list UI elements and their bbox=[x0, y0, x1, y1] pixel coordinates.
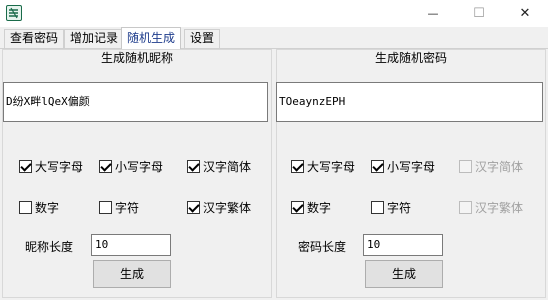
close-icon: ✕ bbox=[519, 6, 531, 21]
checkbox[interactable] bbox=[459, 200, 472, 214]
nick-option-uppercase[interactable]: 大写字母 bbox=[19, 158, 83, 174]
nick-option-lowercase[interactable]: 小写字母 bbox=[99, 158, 163, 174]
tab-settings[interactable]: 设置 bbox=[184, 29, 221, 48]
app-icon bbox=[6, 5, 22, 21]
pwd-option-traditional[interactable]: 汉字繁体 bbox=[459, 199, 523, 215]
nick-option-digits[interactable]: 数字 bbox=[19, 199, 59, 215]
title-bar: — ☐ ✕ bbox=[0, 0, 548, 27]
checkbox[interactable] bbox=[187, 200, 200, 214]
checkbox[interactable] bbox=[187, 159, 200, 173]
pwd-option-lowercase[interactable]: 小写字母 bbox=[371, 158, 435, 174]
nickname-group: 生成随机昵称 D纷X畔lQeX偏颜 大写字母 小写字母 汉字简体 数字 字符 汉… bbox=[2, 49, 272, 298]
password-length-label: 密码长度 bbox=[298, 240, 347, 254]
password-group-title: 生成随机密码 bbox=[374, 51, 447, 65]
nickname-length-label: 昵称长度 bbox=[25, 240, 74, 254]
checkbox[interactable] bbox=[371, 159, 384, 173]
password-length-input[interactable]: 10 bbox=[363, 234, 443, 256]
nick-option-simplified[interactable]: 汉字简体 bbox=[187, 158, 251, 174]
checkbox[interactable] bbox=[291, 159, 304, 173]
maximize-button[interactable]: ☐ bbox=[456, 0, 502, 27]
checkbox[interactable] bbox=[291, 200, 304, 214]
password-generate-button[interactable]: 生成 bbox=[365, 260, 443, 288]
checkbox[interactable] bbox=[19, 200, 32, 214]
maximize-icon: ☐ bbox=[473, 6, 485, 21]
minimize-icon: — bbox=[427, 7, 439, 20]
pwd-option-digits[interactable]: 数字 bbox=[291, 199, 331, 215]
password-group: 生成随机密码 TOeaynzEPH 大写字母 小写字母 汉字简体 数字 字符 汉… bbox=[276, 49, 546, 298]
checkbox[interactable] bbox=[459, 159, 472, 173]
checkbox[interactable] bbox=[99, 159, 112, 173]
pwd-option-symbols[interactable]: 字符 bbox=[371, 199, 411, 215]
tab-divider bbox=[0, 48, 548, 49]
nickname-output[interactable]: D纷X畔lQeX偏颜 bbox=[3, 82, 268, 122]
checkbox[interactable] bbox=[371, 200, 384, 214]
nick-option-symbols[interactable]: 字符 bbox=[99, 199, 139, 215]
checkbox[interactable] bbox=[19, 159, 32, 173]
tab-view-passwords[interactable]: 查看密码 bbox=[4, 29, 65, 48]
close-button[interactable]: ✕ bbox=[502, 0, 548, 27]
tab-add-record[interactable]: 增加记录 bbox=[64, 29, 125, 48]
tab-random-generate[interactable]: 随机生成 bbox=[121, 27, 182, 49]
pwd-option-simplified[interactable]: 汉字简体 bbox=[459, 158, 523, 174]
checkbox[interactable] bbox=[99, 200, 112, 214]
minimize-button[interactable]: — bbox=[410, 0, 456, 27]
nickname-generate-button[interactable]: 生成 bbox=[93, 260, 171, 288]
password-output[interactable]: TOeaynzEPH bbox=[276, 82, 543, 122]
nick-option-traditional[interactable]: 汉字繁体 bbox=[187, 199, 251, 215]
nickname-length-input[interactable]: 10 bbox=[91, 234, 171, 256]
nickname-group-title: 生成随机昵称 bbox=[100, 51, 173, 65]
pwd-option-uppercase[interactable]: 大写字母 bbox=[291, 158, 355, 174]
